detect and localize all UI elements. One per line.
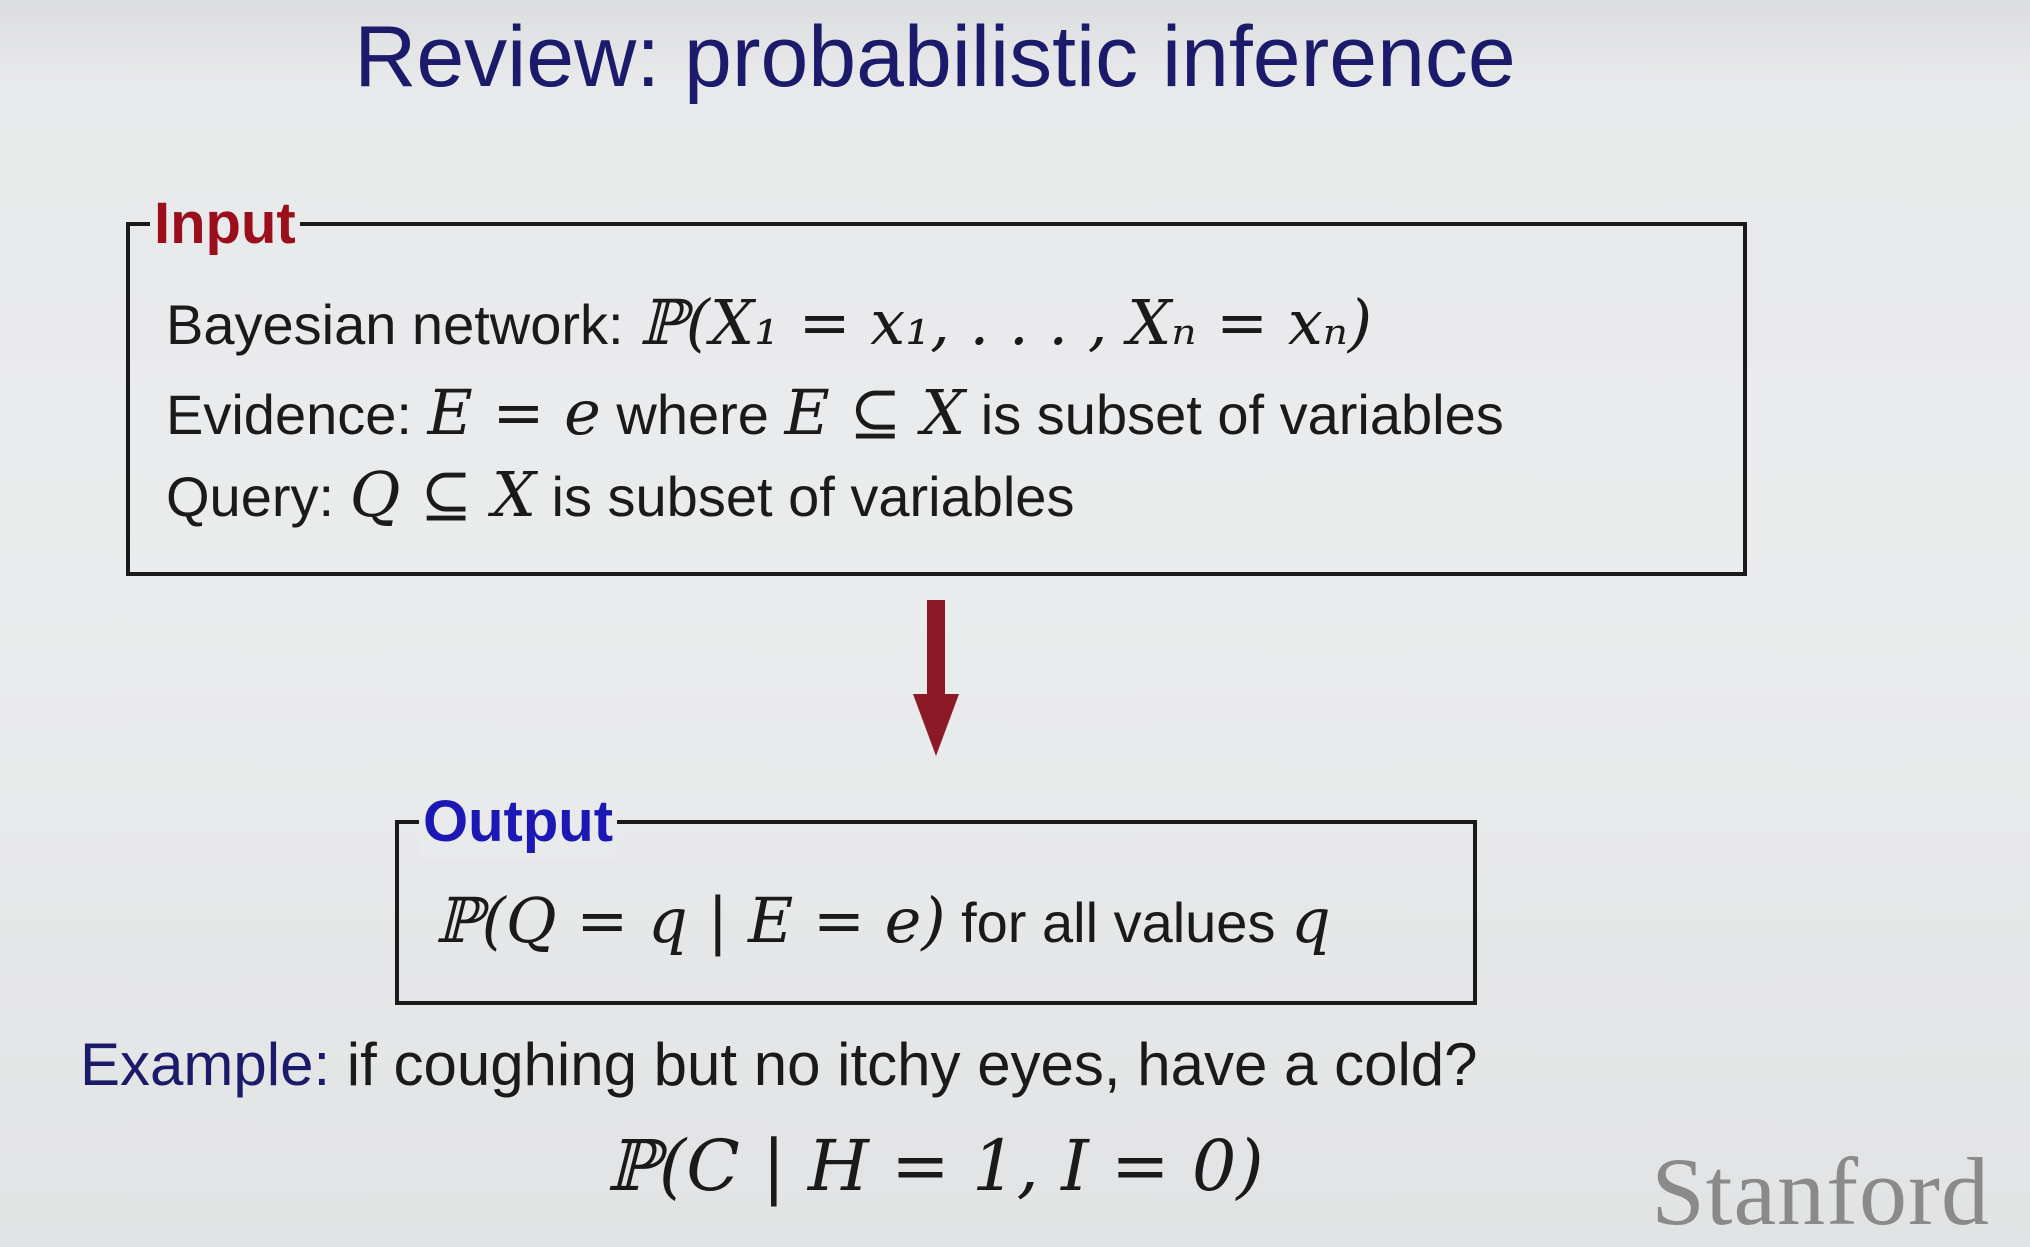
example-text: if coughing but no itchy eyes, have a co…	[330, 1031, 1478, 1098]
bayesian-network-text: Bayesian network:	[166, 293, 640, 356]
output-text: for all values	[945, 891, 1292, 954]
output-formula: ℙ(Q = q | E = e)	[435, 884, 946, 957]
input-box-label: Input	[150, 188, 300, 260]
output-box-label: Output	[419, 786, 618, 858]
query-line: Query: Q ⊆ X is subset of variables	[166, 458, 1074, 531]
down-arrow-icon	[913, 694, 959, 756]
example-label: Example:	[80, 1031, 331, 1098]
down-arrow-shaft	[927, 600, 945, 696]
slide-title: Review: probabilistic inference	[354, 9, 1516, 105]
query-text: Query:	[166, 465, 350, 528]
query-subset-text: is subset of variables	[535, 465, 1075, 528]
stanford-logo: Stanford	[1651, 1138, 1990, 1245]
example-line: Example: if coughing but no itchy eyes, …	[80, 1030, 1478, 1099]
evidence-subset-formula: E ⊆ X	[784, 376, 966, 449]
output-box: Output ℙ(Q = q | E = e) for all values q	[395, 786, 1477, 1005]
input-box: Input Bayesian network: ℙ(X₁ = x₁, . . .…	[126, 188, 1747, 576]
bayesian-network-line: Bayesian network: ℙ(X₁ = x₁, . . . , Xₙ …	[166, 286, 1372, 359]
evidence-line: Evidence: E = e where E ⊆ X is subset of…	[166, 376, 1504, 449]
example-formula: ℙ(C | H = 1, I = 0)	[606, 1125, 1264, 1207]
output-formula-q: q	[1291, 884, 1331, 957]
evidence-where-text: where	[600, 383, 785, 446]
query-formula: Q ⊆ X	[349, 458, 536, 531]
bayesian-network-formula: ℙ(X₁ = x₁, . . . , Xₙ = xₙ)	[639, 286, 1373, 359]
output-line: ℙ(Q = q | E = e) for all values q	[435, 884, 1331, 957]
evidence-text: Evidence:	[166, 383, 428, 446]
evidence-formula: E = e	[427, 376, 601, 449]
evidence-subset-text: is subset of variables	[965, 383, 1504, 446]
